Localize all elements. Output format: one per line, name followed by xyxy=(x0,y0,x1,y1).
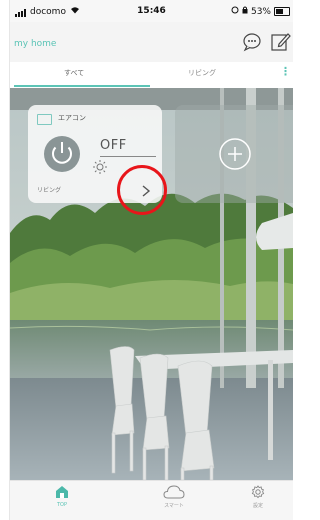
battery-icon xyxy=(274,7,290,16)
room-tabs: すべて リビング ⋮ xyxy=(10,62,293,89)
more-tabs-icon[interactable]: ⋮ xyxy=(280,65,291,78)
nav-settings-label: 設定 xyxy=(252,503,263,509)
nav-smart[interactable]: スマート xyxy=(144,485,204,509)
chat-icon[interactable] xyxy=(241,31,263,53)
power-state: OFF xyxy=(100,138,127,153)
app-header: my home xyxy=(10,22,293,62)
gear-icon xyxy=(251,485,265,499)
plus-circle-icon[interactable] xyxy=(218,137,252,171)
device-title: エアコン xyxy=(58,114,86,122)
cloud-icon xyxy=(163,485,185,499)
highlight-circle xyxy=(117,165,167,215)
home-title[interactable]: my home xyxy=(14,39,56,49)
alarm-icon xyxy=(231,6,239,17)
home-icon xyxy=(56,486,68,498)
status-bar: docomo 15:46 53% xyxy=(10,0,293,22)
nav-settings[interactable]: 設定 xyxy=(228,485,288,509)
bottom-navigation: TOP スマート 設定 xyxy=(10,480,293,520)
active-tab-indicator xyxy=(14,85,150,87)
aircon-icon xyxy=(37,114,52,125)
tab-all[interactable]: すべて xyxy=(64,68,84,78)
state-divider xyxy=(100,156,156,157)
nav-smart-label: スマート xyxy=(164,503,184,509)
tab-living[interactable]: リビング xyxy=(188,68,216,78)
app-screen: docomo 15:46 53% my home すべて リビング ⋮ エアコン… xyxy=(9,0,293,520)
power-button[interactable] xyxy=(43,135,81,173)
edit-icon[interactable] xyxy=(269,31,291,53)
nav-top-label: TOP xyxy=(56,502,67,508)
nav-top[interactable]: TOP xyxy=(32,485,92,508)
sun-icon xyxy=(92,159,108,175)
device-room: リビング xyxy=(37,187,62,194)
lock-rotation-icon xyxy=(242,6,248,17)
battery-percent: 53% xyxy=(250,6,271,17)
add-device-card[interactable] xyxy=(175,105,293,203)
status-right: 53% xyxy=(231,6,290,17)
